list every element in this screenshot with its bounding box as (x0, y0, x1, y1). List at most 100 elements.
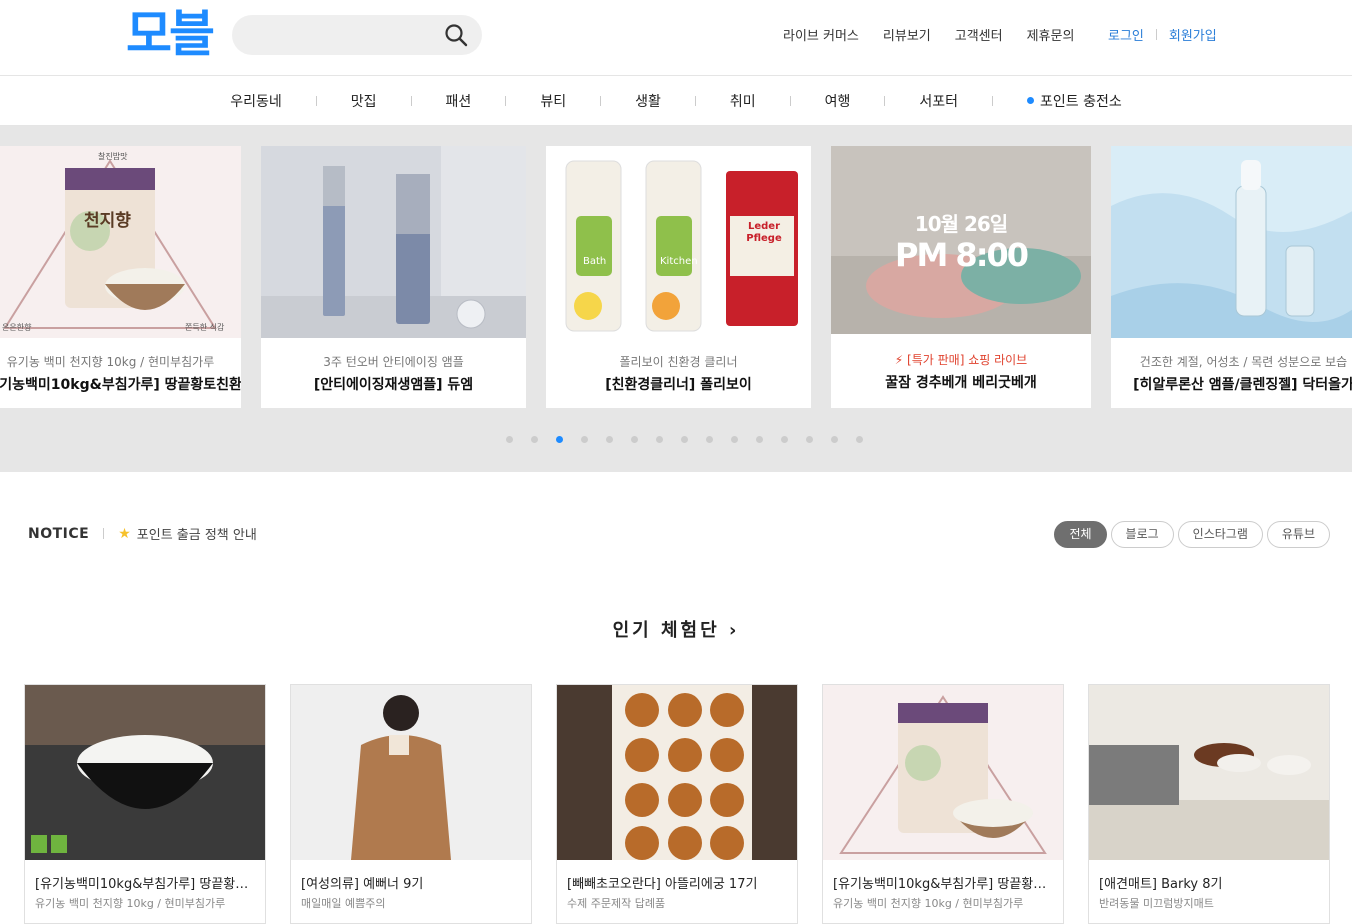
star-icon: ★ (118, 525, 131, 542)
carousel-dot[interactable] (606, 436, 613, 443)
nav-item-hobby[interactable]: 취미 (730, 91, 756, 111)
auth-links: 로그인 회원가입 (1108, 25, 1217, 44)
nav-item-point[interactable]: 포인트 충전소 (1027, 91, 1122, 111)
image-text: 쫀득한 식감 (185, 323, 225, 332)
product-image (1089, 685, 1329, 860)
product-subtitle: 매일매일 예쁨주의 (301, 897, 386, 910)
carousel-card[interactable]: 찰진밥맛 천지향 은은한향 쫀득한 식감 유기농 백미 천지향 10kg / 현… (0, 146, 241, 408)
link-partnership[interactable]: 제휴문의 (1027, 25, 1075, 44)
carousel-card[interactable]: Bath Kitchen Leder Pflege 폴리보이 친환경 클리너 [… (546, 146, 811, 408)
filter-youtube[interactable]: 유튜브 (1266, 521, 1330, 548)
carousel-dot[interactable] (556, 436, 563, 443)
filter-blog[interactable]: 블로그 (1110, 521, 1174, 548)
carousel-card[interactable]: 10월 26일 PM 8:00 ⚡ [특가 판매] 쇼핑 라이브 꿀잠 경추베개… (831, 146, 1091, 408)
product-title: [여성의류] 예뻐너 9기 (301, 877, 424, 892)
image-text: 찰진밥맛 (98, 152, 128, 161)
product-card[interactable]: [애견매트] Barky 8기 반려동물 미끄럼방지매트 (1088, 684, 1330, 924)
product-image (1111, 146, 1352, 338)
carousel-card[interactable]: 건조한 계절, 어성초 / 목련 성분으로 보습 [히알루론산 앰플/클렌징젤]… (1111, 146, 1352, 408)
carousel-dot[interactable] (681, 436, 688, 443)
nav-item-travel[interactable]: 여행 (825, 91, 851, 111)
card-title: [친환경클리너] 폴리보이 (605, 377, 752, 393)
divider (992, 95, 994, 106)
carousel-dot[interactable] (631, 436, 638, 443)
divider (600, 95, 602, 106)
live-date: 10월 26일 (914, 212, 1008, 236)
product-card[interactable]: [유기농백미10kg&부침가루] 땅끝황토친환경 유기농 백미 천지향 10kg… (24, 684, 266, 924)
image-text: 은은한향 (2, 323, 32, 332)
notice-label: NOTICE (28, 525, 90, 542)
product-subtitle: 반려동물 미끄럼방지매트 (1099, 897, 1214, 910)
card-title: [히알루론산 앰플/클렌징젤] 닥터올가 (1133, 377, 1352, 393)
card-subtitle: 폴리보이 친환경 클리너 (619, 355, 738, 369)
nav-item-supporter[interactable]: 서포터 (919, 91, 958, 111)
carousel-dot[interactable] (656, 436, 663, 443)
dot-icon (1027, 97, 1035, 104)
filter-tabs: 전체 블로그 인스타그램 유튜브 (1050, 521, 1330, 548)
carousel-dot[interactable] (731, 436, 738, 443)
filter-instagram[interactable]: 인스타그램 (1177, 521, 1263, 548)
search-input[interactable] (232, 15, 482, 55)
section-title[interactable]: 인기 체험단 › (0, 616, 1352, 642)
image-text: Leder Pflege (746, 221, 782, 244)
card-subtitle: 건조한 계절, 어성초 / 목련 성분으로 보습 (1139, 355, 1348, 369)
signup-link[interactable]: 회원가입 (1169, 25, 1217, 44)
carousel-dot[interactable] (856, 436, 863, 443)
login-link[interactable]: 로그인 (1108, 25, 1144, 44)
divider (315, 95, 317, 106)
carousel-dot[interactable] (756, 436, 763, 443)
link-live-commerce[interactable]: 라이브 커머스 (783, 25, 859, 44)
image-text: Kitchen (660, 256, 698, 267)
product-title: [빼빼초코오란다] 아뜰리에궁 17기 (567, 877, 758, 892)
product-subtitle: 유기농 백미 천지향 10kg / 현미부침가루 (833, 897, 1024, 910)
carousel-dot[interactable] (706, 436, 713, 443)
top-links: 라이브 커머스 리뷰보기 고객센터 제휴문의 (783, 25, 1098, 44)
divider (410, 95, 412, 106)
product-subtitle: 유기농 백미 천지향 10kg / 현미부침가루 (35, 897, 226, 910)
product-card[interactable]: [빼빼초코오란다] 아뜰리에궁 17기 수제 주문제작 답례품 (556, 684, 798, 924)
notice-link[interactable]: 포인트 출금 정책 안내 (137, 524, 257, 543)
link-customer-center[interactable]: 고객센터 (955, 25, 1003, 44)
banner-carousel[interactable]: 찰진밥맛 천지향 은은한향 쫀득한 식감 유기농 백미 천지향 10kg / 현… (0, 126, 1352, 472)
category-nav: 우리동네 맛집 패션 뷰티 생활 취미 여행 서포터 포인트 충전소 (0, 76, 1352, 126)
nav-item-beauty[interactable]: 뷰티 (540, 91, 566, 111)
divider (1155, 29, 1157, 40)
product-image: 찰진밥맛 천지향 은은한향 쫀득한 식감 (0, 146, 241, 338)
nav-item-living[interactable]: 생활 (635, 91, 661, 111)
carousel-dot[interactable] (806, 436, 813, 443)
product-title: [유기농백미10kg&부침가루] 땅끝황토친환경 (35, 877, 257, 892)
product-card[interactable]: [여성의류] 예뻐너 9기 매일매일 예쁨주의 (290, 684, 532, 924)
carousel-dot[interactable] (506, 436, 513, 443)
search-icon[interactable] (444, 23, 468, 47)
card-title: 꿀잠 경추베개 베리굿베개 (885, 375, 1037, 391)
nav-item-food[interactable]: 맛집 (351, 91, 377, 111)
product-image (557, 685, 797, 860)
product-title: [애견매트] Barky 8기 (1099, 877, 1223, 892)
card-subtitle: ⚡ [특가 판매] 쇼핑 라이브 (894, 353, 1028, 367)
site-logo[interactable]: 모블 (126, 4, 215, 64)
divider (103, 528, 105, 539)
card-subtitle: 유기농 백미 천지향 10kg / 현미부침가루 (6, 355, 215, 369)
product-image: Bath Kitchen Leder Pflege (546, 146, 811, 338)
link-reviews[interactable]: 리뷰보기 (883, 25, 931, 44)
carousel-dot[interactable] (531, 436, 538, 443)
carousel-card[interactable]: 3주 턴오버 안티에이징 앰플 [안티에이징재생앰플] 듀엠 (261, 146, 526, 408)
carousel-dot[interactable] (581, 436, 588, 443)
card-subtitle: 3주 턴오버 안티에이징 앰플 (323, 355, 464, 369)
image-text: 천지향 (84, 211, 131, 231)
card-title: [유기농백미10kg&부침가루] 땅끝황토친환경 (0, 377, 241, 393)
carousel-dot[interactable] (831, 436, 838, 443)
nav-item-neighborhood[interactable]: 우리동네 (230, 91, 282, 111)
filter-all[interactable]: 전체 (1054, 521, 1107, 548)
carousel-pagination[interactable] (506, 436, 881, 443)
notice-bar: NOTICE ★ 포인트 출금 정책 안내 (28, 524, 257, 544)
header: 모블 라이브 커머스 리뷰보기 고객센터 제휴문의 로그인 회원가입 (0, 0, 1352, 76)
product-card[interactable]: [유기농백미10kg&부침가루] 땅끝황토친환경 유기농 백미 천지향 10kg… (822, 684, 1064, 924)
product-image (823, 685, 1063, 860)
card-title: [안티에이징재생앰플] 듀엠 (313, 377, 474, 393)
divider (789, 95, 791, 106)
divider (884, 95, 886, 106)
nav-item-fashion[interactable]: 패션 (446, 91, 472, 111)
product-image (25, 685, 265, 860)
carousel-dot[interactable] (781, 436, 788, 443)
